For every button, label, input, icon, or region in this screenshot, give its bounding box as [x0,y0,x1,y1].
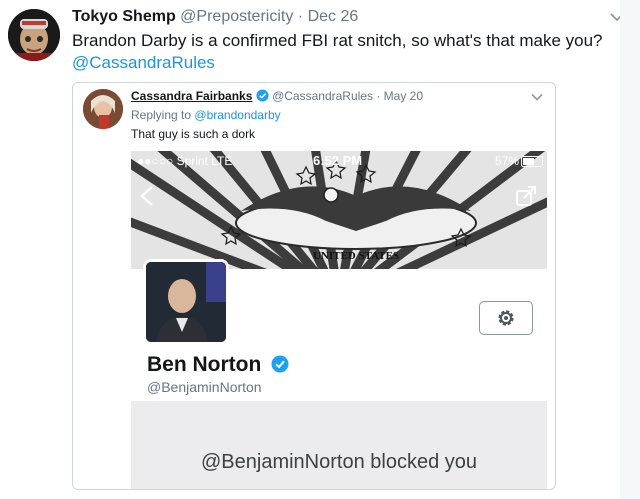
tweet-header: Tokyo Shemp @Prepostericity · Dec 26 [72,8,358,26]
back-arrow-icon [140,186,153,206]
author-handle[interactable]: @Prepostericity [180,8,293,25]
profile-handle: @BenjaminNorton [147,379,262,395]
attached-screenshot[interactable]: UNITED STATES ●●○○○ Sprint LTE 6:52 PM 5… [131,151,547,489]
quote-avatar[interactable] [83,89,123,129]
banner-text: UNITED STATES [313,250,399,262]
quote-date[interactable]: May 20 [384,89,423,103]
scroll-area [620,0,640,499]
author-name[interactable]: Tokyo Shemp [72,8,176,25]
verified-icon [271,355,289,373]
settings-button [479,301,533,335]
quote-separator: · [376,89,381,103]
profile-name: Ben Norton [147,353,289,377]
profile-photo [143,259,229,345]
gear-icon [498,310,514,326]
chevron-down-icon[interactable] [531,93,543,101]
quote-author-handle[interactable]: @CassandraRules [272,89,373,103]
battery-icon [521,156,543,167]
carrier-label: ●●○○○ Sprint LTE [137,154,233,168]
share-icon [516,186,536,206]
tweet-date[interactable]: Dec 26 [308,8,359,25]
reply-prefix: Replying to [131,108,192,122]
clock-label: 6:52 PM [313,153,363,168]
blocked-message: @BenjaminNorton blocked you [200,451,477,473]
quote-header: Cassandra Fairbanks @CassandraRules · Ma… [131,89,423,103]
tweet-text: Brandon Darby is a confirmed FBI rat sni… [72,30,612,74]
profile-banner: UNITED STATES ●●○○○ Sprint LTE 6:52 PM 5… [131,151,547,269]
reply-context: Replying to @brandondarby [131,108,281,122]
verified-icon [256,89,269,102]
tweet-body: Brandon Darby is a confirmed FBI rat sni… [72,31,603,50]
mention-link[interactable]: @CassandraRules [72,52,612,74]
quoted-tweet[interactable]: Cassandra Fairbanks @CassandraRules · Ma… [72,82,556,490]
profile-name-text: Ben Norton [147,353,262,376]
quote-author-name[interactable]: Cassandra Fairbanks [131,89,252,103]
separator: · [297,8,304,25]
reply-mention[interactable]: @brandondarby [194,108,280,122]
quote-text: That guy is such a dork [131,127,256,141]
tweet: Tokyo Shemp @Prepostericity · Dec 26 Bra… [0,0,640,499]
avatar[interactable] [8,9,60,61]
phone-status-bar: ●●○○○ Sprint LTE 6:52 PM 57% [131,151,547,171]
battery-percent: 57% [494,154,519,168]
